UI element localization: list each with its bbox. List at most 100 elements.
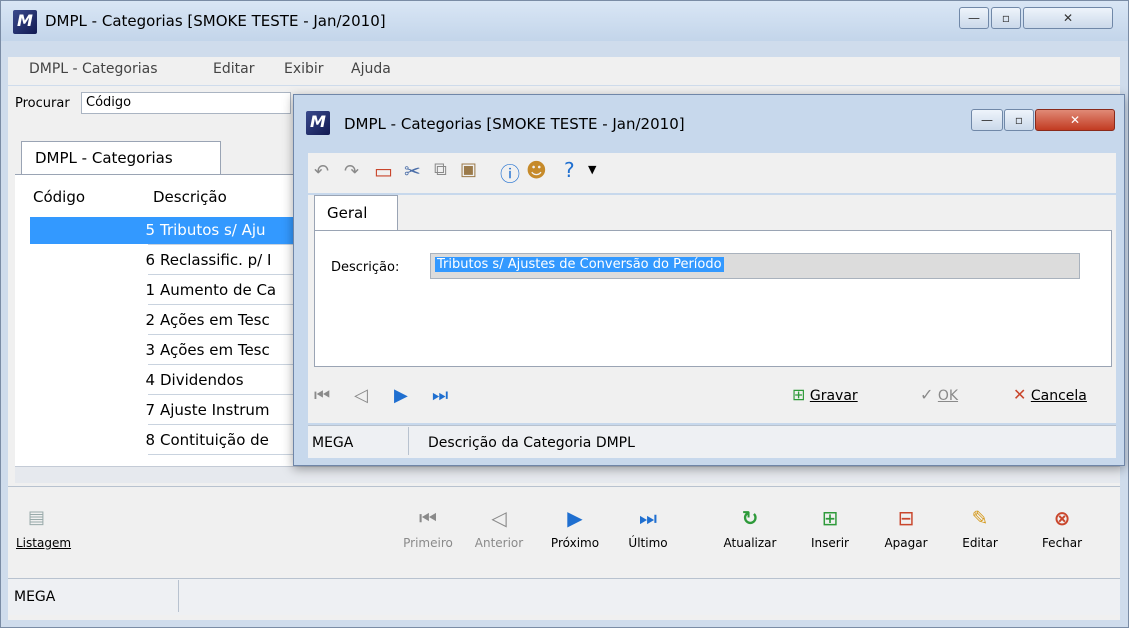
dialog-app-icon: M <box>306 111 330 135</box>
first-record-icon: ⏮ <box>419 506 437 530</box>
insert-document-icon: ⊞ <box>821 506 839 530</box>
main-titlebar[interactable]: M DMPL - Categorias [SMOKE TESTE - Jan/2… <box>1 1 1128 41</box>
document-icon: ▤ <box>28 507 46 528</box>
row-code: 1 <box>145 281 155 299</box>
redo-icon[interactable]: ↷ <box>344 161 359 182</box>
proximo-button[interactable]: ▶ Próximo <box>539 506 611 550</box>
menu-editar[interactable]: Editar <box>213 61 254 77</box>
dialog-previous-record-icon[interactable]: ◁ <box>354 385 368 406</box>
proximo-label: Próximo <box>550 536 600 550</box>
menu-exibir[interactable]: Exibir <box>284 61 324 77</box>
dialog-status-divider <box>408 427 409 455</box>
dialog-status-right: Descrição da Categoria DMPL <box>428 435 635 451</box>
apagar-label: Apagar <box>884 536 928 550</box>
row-description: Contituição de <box>160 431 269 449</box>
dialog-toolbar: ↶ ↷ ▭ ✂ ⧉ ▣ ⓘ ☻ ? ▼ <box>308 153 1116 193</box>
next-record-icon: ▶ <box>567 506 583 530</box>
info-icon[interactable]: ⓘ <box>500 158 520 187</box>
apagar-button[interactable]: ⊟ Apagar <box>875 506 937 550</box>
last-record-icon: ⏭ <box>639 506 657 530</box>
row-divider <box>148 364 303 365</box>
dialog-maximize-button[interactable]: ▫ <box>1004 109 1034 131</box>
descricao-input[interactable]: Tributos s/ Ajustes de Conversão do Perí… <box>430 253 1080 279</box>
ultimo-label: Último <box>628 536 668 550</box>
row-code: 8 <box>145 431 155 449</box>
descricao-label: Descrição: <box>331 260 400 275</box>
horizontal-scrollbar[interactable] <box>15 466 1120 483</box>
copy-icon[interactable]: ⧉ <box>434 159 447 180</box>
row-description: Ajuste Instrum <box>160 401 270 419</box>
anterior-button[interactable]: ◁ Anterior <box>466 506 532 550</box>
inserir-button[interactable]: ⊞ Inserir <box>801 506 859 550</box>
tab-dmpl-categorias[interactable]: DMPL - Categorias <box>21 141 221 175</box>
gravar-button[interactable]: ⊞ Gravar <box>792 385 858 404</box>
dialog-last-record-icon[interactable]: ⏭ <box>432 385 448 406</box>
row-description: Reclassific. p/ I <box>160 251 272 269</box>
user-icon[interactable]: ☻ <box>526 158 547 182</box>
search-label: Procurar <box>15 96 70 111</box>
undo-icon[interactable]: ↶ <box>314 161 329 182</box>
maximize-button[interactable]: ▫ <box>991 7 1021 29</box>
row-divider <box>148 304 303 305</box>
editar-button[interactable]: ✎ Editar <box>951 506 1009 550</box>
dialog-next-record-icon[interactable]: ▶ <box>394 385 408 406</box>
ok-button[interactable]: ✓ OK <box>920 385 958 404</box>
delete-document-icon: ⊟ <box>897 506 915 530</box>
atualizar-label: Atualizar <box>723 536 777 550</box>
row-code: 7 <box>145 401 155 419</box>
anterior-label: Anterior <box>474 536 524 550</box>
paste-icon[interactable]: ▣ <box>460 159 477 180</box>
status-text: MEGA <box>14 589 56 605</box>
row-divider <box>148 334 303 335</box>
column-header-codigo[interactable]: Código <box>33 188 85 206</box>
dialog-title: DMPL - Categorias [SMOKE TESTE - Jan/201… <box>344 115 685 133</box>
close-circle-icon: ⊗ <box>1053 506 1071 530</box>
row-divider <box>148 454 303 455</box>
editar-label: Editar <box>962 536 998 550</box>
tab-geral[interactable]: Geral <box>314 195 398 231</box>
new-document-icon[interactable]: ▭ <box>374 159 393 183</box>
row-description: Dividendos <box>160 371 244 389</box>
dialog-minimize-button[interactable]: — <box>971 109 1003 131</box>
dialog-first-record-icon[interactable]: ⏮ <box>314 385 330 406</box>
row-description: Ações em Tesc <box>160 311 270 329</box>
row-description: Aumento de Ca <box>160 281 277 299</box>
dialog-close-button[interactable]: ✕ <box>1035 109 1115 131</box>
atualizar-button[interactable]: ↻ Atualizar <box>710 506 790 550</box>
row-code: 2 <box>145 311 155 329</box>
primeiro-button[interactable]: ⏮ Primeiro <box>394 506 462 550</box>
search-field-select[interactable]: Código <box>81 92 291 114</box>
geral-panel <box>314 230 1112 367</box>
descricao-input-value: Tributos s/ Ajustes de Conversão do Perí… <box>435 257 724 272</box>
edit-icon: ✎ <box>971 506 989 530</box>
dialog-status-left: MEGA <box>312 435 354 451</box>
fechar-button[interactable]: ⊗ Fechar <box>1026 506 1098 550</box>
main-window-title: DMPL - Categorias [SMOKE TESTE - Jan/201… <box>45 12 386 30</box>
row-code: 4 <box>145 371 155 389</box>
listagem-button[interactable]: ▤ Listagem <box>16 506 96 550</box>
menu-ajuda[interactable]: Ajuda <box>351 61 391 77</box>
ultimo-button[interactable]: ⏭ Último <box>617 506 679 550</box>
primeiro-label: Primeiro <box>403 536 453 550</box>
column-header-descricao[interactable]: Descrição <box>153 188 227 206</box>
edit-dialog: M DMPL - Categorias [SMOKE TESTE - Jan/2… <box>293 94 1125 466</box>
menu-bar <box>8 57 1120 85</box>
checkmark-icon: ✓ <box>920 385 934 404</box>
row-divider <box>148 244 303 245</box>
toolbar-divider <box>8 486 1120 487</box>
ok-label: OK <box>937 388 959 404</box>
dropdown-arrow-icon[interactable]: ▼ <box>588 163 596 176</box>
help-icon[interactable]: ? <box>564 158 575 182</box>
cut-icon[interactable]: ✂ <box>404 159 421 183</box>
row-description: Tributos s/ Aju <box>160 221 266 239</box>
menu-dmpl-categorias[interactable]: DMPL - Categorias <box>29 61 157 77</box>
cancela-button[interactable]: ✕ Cancela <box>1013 385 1087 404</box>
refresh-icon: ↻ <box>741 506 759 530</box>
close-button[interactable]: ✕ <box>1023 7 1113 29</box>
minimize-button[interactable]: — <box>959 7 989 29</box>
gravar-label: Gravar <box>809 388 858 404</box>
row-divider <box>148 394 303 395</box>
cancela-label: Cancela <box>1030 388 1087 404</box>
inserir-label: Inserir <box>811 536 849 550</box>
fechar-label: Fechar <box>1041 536 1083 550</box>
